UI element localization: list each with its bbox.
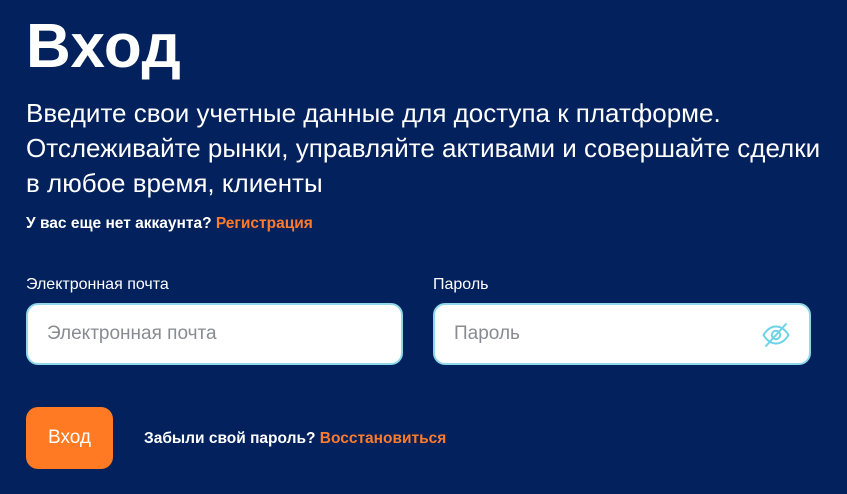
password-input[interactable] (435, 305, 809, 363)
recover-password-link[interactable]: Восстановиться (320, 430, 447, 447)
password-field-wrapper (433, 303, 811, 365)
register-link[interactable]: Регистрация (216, 215, 313, 232)
forgot-password-line: Забыли свой пароль? Восстановиться (144, 428, 446, 450)
page-subtitle: Введите свои учетные данные для доступа … (26, 98, 821, 198)
login-page: Вход Введите свои учетные данные для дос… (0, 0, 847, 494)
email-input[interactable] (28, 305, 401, 363)
email-field-wrapper (26, 303, 403, 365)
login-button[interactable]: Вход (26, 407, 113, 469)
email-label: Электронная почта (26, 276, 169, 293)
register-prompt-line: У вас еще нет аккаунта? Регистрация (26, 213, 313, 235)
password-label: Пароль (433, 276, 489, 293)
page-title: Вход (26, 12, 182, 81)
forgot-password-text: Забыли свой пароль? (144, 430, 316, 447)
eye-slash-icon[interactable] (761, 320, 791, 350)
register-prompt-text: У вас еще нет аккаунта? (26, 215, 212, 232)
